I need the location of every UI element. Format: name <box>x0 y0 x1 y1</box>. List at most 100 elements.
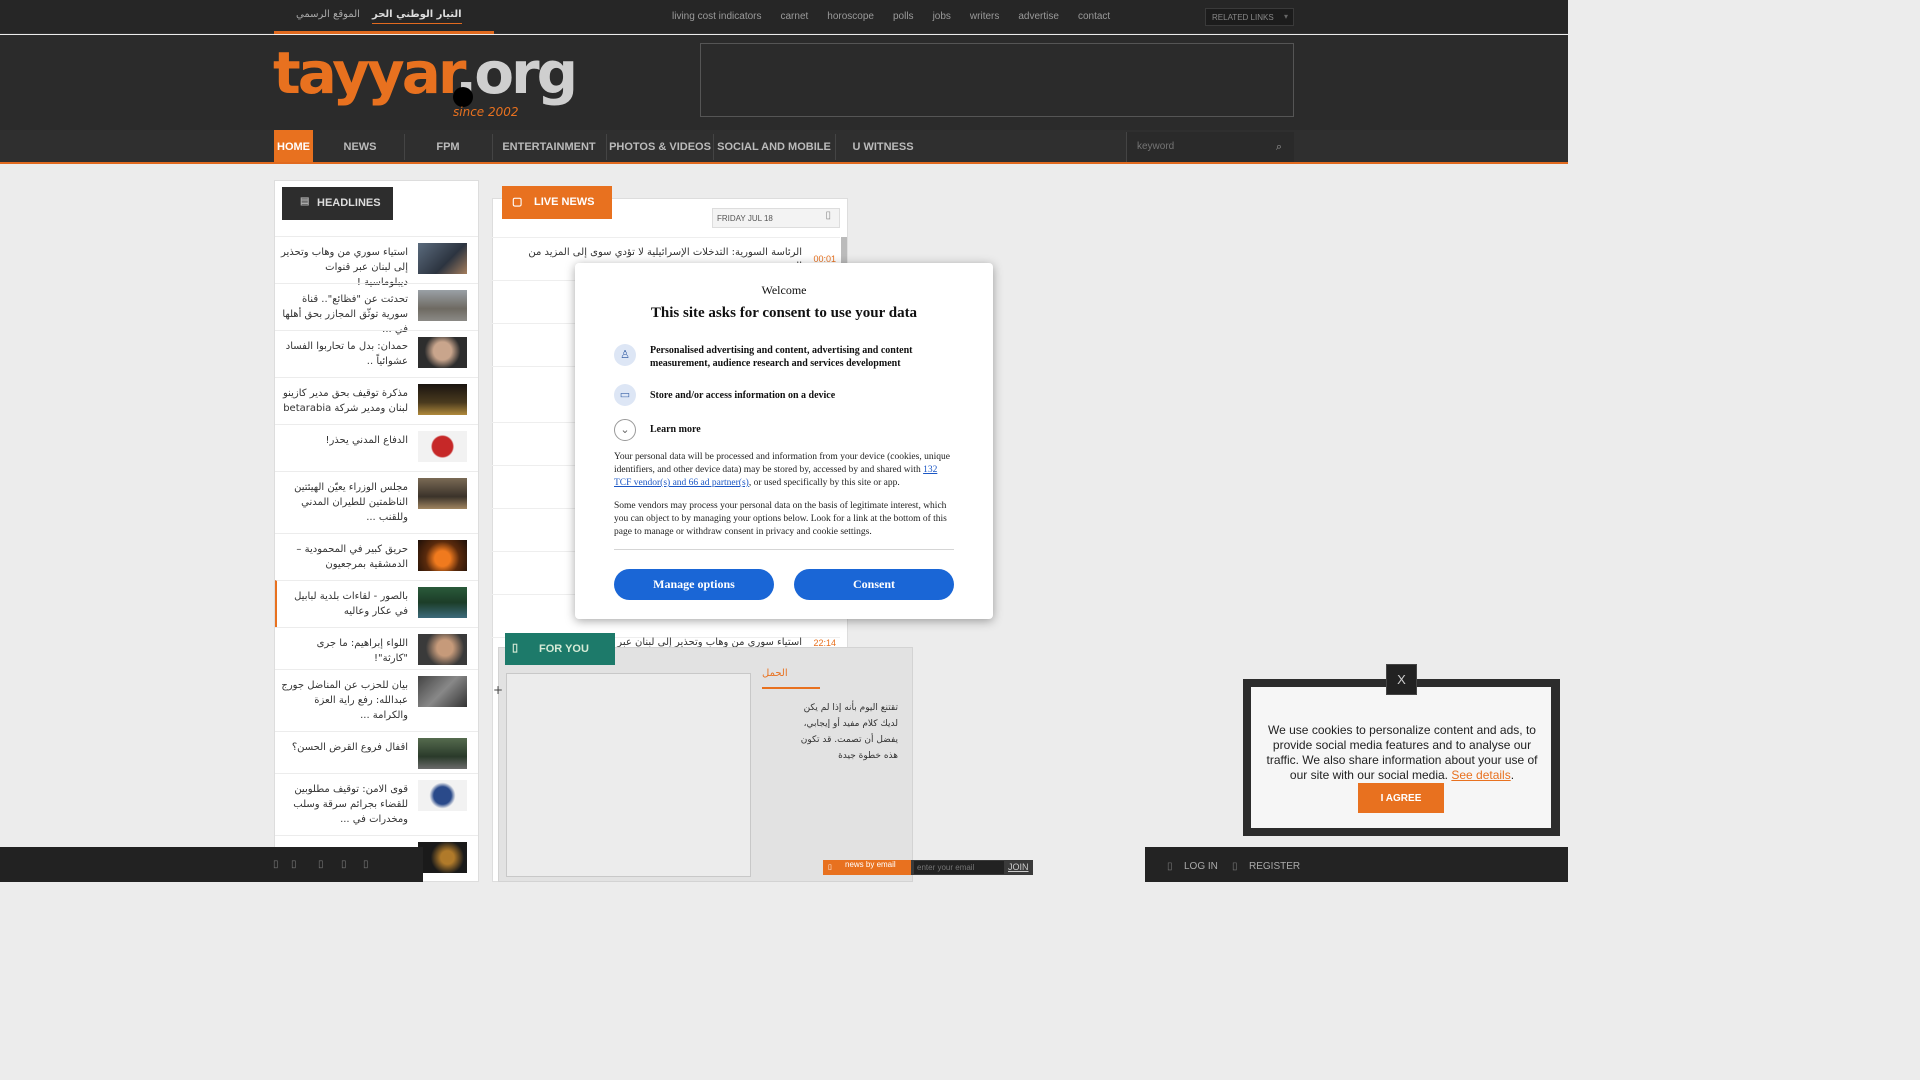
headline-item[interactable]: تحدثت عن "فظائع".. قناة سورية توثّق المج… <box>275 283 478 335</box>
headline-thumbnail[interactable] <box>418 842 467 873</box>
headline-text[interactable]: الدفاع المدني يحذر! <box>280 433 408 448</box>
headline-text[interactable]: مجلس الوزراء يعيّن الهيئتين الناظمتين لل… <box>280 480 408 525</box>
learn-more-label[interactable]: Learn more <box>650 423 940 436</box>
headline-thumbnail[interactable] <box>418 676 467 707</box>
headline-text[interactable]: اللواء إبراهيم: ما جرى "كارثة"! <box>280 636 408 666</box>
nav-news[interactable]: NEWS <box>318 130 402 162</box>
headline-item[interactable]: مذكرة توقيف بحق مدير كازينو لبنان ومدير … <box>275 377 478 424</box>
nav-fpm[interactable]: FPM <box>406 130 490 162</box>
see-details-link[interactable]: See details <box>1451 768 1510 782</box>
headline-thumbnail[interactable] <box>418 540 467 571</box>
consent-button[interactable]: Consent <box>794 569 954 600</box>
login-link[interactable]: LOG IN <box>1184 861 1218 872</box>
link-living-cost[interactable]: living cost indicators <box>672 11 761 22</box>
top-bar: الموقع الرسمي التيار الوطني الحر living … <box>0 0 1568 34</box>
headlines-icon: ▤ <box>300 196 310 207</box>
register-icon: ▯ <box>1232 861 1238 872</box>
link-jobs[interactable]: jobs <box>933 11 951 22</box>
facebook-icon[interactable]: ▯ <box>273 859 279 870</box>
headline-thumbnail[interactable] <box>418 634 467 665</box>
headline-item[interactable]: استياء سوري من وهاب وتحذير إلى لبنان عبر… <box>275 236 478 288</box>
headline-thumbnail[interactable] <box>418 478 467 509</box>
headline-thumbnail[interactable] <box>418 337 467 368</box>
headline-text[interactable]: بالصور - لقاءات بلدية لبابيل في عكار وعا… <box>280 589 408 619</box>
headline-text[interactable]: مذكرة توقيف بحق مدير كازينو لبنان ومدير … <box>280 386 408 416</box>
tayyar-tab[interactable]: التيار الوطني الحر <box>372 9 462 24</box>
main-nav: HOME NEWS FPM ENTERTAINMENT PHOTOS & VID… <box>0 130 1568 164</box>
link-carnet[interactable]: carnet <box>780 11 808 22</box>
nav-divider <box>606 134 607 160</box>
headline-item[interactable]: مجلس الوزراء يعيّن الهيئتين الناظمتين لل… <box>275 471 478 533</box>
youtube-icon[interactable]: ▯ <box>318 859 324 870</box>
headline-thumbnail[interactable] <box>418 384 467 415</box>
logo-tagline: since 2002 <box>453 105 519 119</box>
close-cookie-button[interactable]: X <box>1386 664 1417 695</box>
i-agree-button[interactable]: I AGREE <box>1358 783 1444 813</box>
headline-text[interactable]: بيان للحزب عن المناضل جورج عبدالله: رفع … <box>280 678 408 723</box>
headline-item[interactable]: قوى الامن: توقيف مطلوبين للقضاء بجرائم س… <box>275 773 478 835</box>
official-site-tab[interactable]: الموقع الرسمي <box>296 9 360 20</box>
brand-tabs: الموقع الرسمي التيار الوطني الحر <box>274 0 494 34</box>
consent-body-legitimate-interest: Some vendors may process your personal d… <box>614 501 947 537</box>
search-icon[interactable]: ⌕ <box>1276 140 1282 154</box>
nav-u-witness[interactable]: U WITNESS <box>838 130 928 162</box>
headline-text[interactable]: قوى الامن: توقيف مطلوبين للقضاء بجرائم س… <box>280 782 408 827</box>
link-horoscope[interactable]: horoscope <box>827 11 874 22</box>
headline-item[interactable]: حريق كبير في المحمودية – الدمشقية بمرجعي… <box>275 533 478 580</box>
headline-item[interactable]: حمدان: بدل ما تحاربوا الفساد عشوائياً .. <box>275 330 478 377</box>
plus-icon[interactable]: + <box>493 683 503 697</box>
nav-photos-videos[interactable]: PHOTOS & VIDEOS <box>608 130 712 162</box>
newsletter-signup: ▯ news by email JOIN <box>823 860 1033 875</box>
headline-item[interactable]: بالصور - لقاءات بلدية لبابيل في عكار وعا… <box>275 580 478 627</box>
live-icon: ▢ <box>512 196 523 208</box>
rss-icon[interactable]: ▯ <box>363 859 369 870</box>
chevron-down-icon[interactable]: ⌄ <box>614 419 636 441</box>
headline-thumbnail[interactable] <box>418 780 467 811</box>
ad-banner <box>700 43 1294 117</box>
manage-options-button[interactable]: Manage options <box>614 569 774 600</box>
nav-entertainment[interactable]: ENTERTAINMENT <box>494 130 604 162</box>
link-advertise[interactable]: advertise <box>1018 11 1059 22</box>
headline-thumbnail[interactable] <box>418 738 467 769</box>
live-news-header: ▢ LIVE NEWS <box>502 186 612 219</box>
headline-item[interactable]: اللواء إبراهيم: ما جرى "كارثة"! <box>275 627 478 669</box>
for-you-media <box>506 673 751 877</box>
purpose-advertising-text: Personalised advertising and content, ad… <box>650 345 913 369</box>
instagram-icon[interactable]: ▯ <box>341 859 347 870</box>
user-icon: ▯ <box>1167 861 1173 872</box>
nav-home[interactable]: HOME <box>274 130 313 162</box>
headline-thumbnail[interactable] <box>418 243 467 274</box>
headline-text[interactable]: حمدان: بدل ما تحاربوا الفساد عشوائياً .. <box>280 339 408 369</box>
headline-item[interactable]: اقفال فروع القرض الحسن؟ <box>275 731 478 773</box>
nav-social-mobile[interactable]: SOCIAL AND MOBILE <box>716 130 832 162</box>
link-contact[interactable]: contact <box>1078 11 1110 22</box>
twitter-icon[interactable]: ▯ <box>291 859 297 870</box>
date-label: FRIDAY JUL 18 <box>717 214 773 223</box>
consent-welcome: Welcome <box>761 283 807 297</box>
headline-thumbnail[interactable] <box>418 290 467 321</box>
related-links-dropdown[interactable]: RELATED LINKS ▾ <box>1205 8 1294 26</box>
nav-divider <box>492 134 493 160</box>
headline-item[interactable]: بيان للحزب عن المناضل جورج عبدالله: رفع … <box>275 669 478 731</box>
person-icon: ♙ <box>614 344 636 366</box>
for-you-header: ▯ FOR YOU <box>505 633 615 665</box>
horoscope-text: تقتنع اليوم بأنه إذا لم يكن لديك كلام مف… <box>800 703 898 761</box>
account-bar: ▯ LOG IN ▯ REGISTER <box>1145 847 1568 882</box>
search-input[interactable] <box>1127 132 1257 161</box>
for-you-title: FOR YOU <box>539 643 589 655</box>
link-writers[interactable]: writers <box>970 11 999 22</box>
join-button[interactable]: JOIN <box>1008 862 1029 872</box>
date-selector[interactable]: FRIDAY JUL 18 ▯ <box>712 208 840 228</box>
nav-divider <box>404 134 405 160</box>
newsletter-email-input[interactable] <box>914 861 1004 874</box>
horoscope-category[interactable]: الحمل <box>762 668 820 689</box>
site-logo[interactable]: tayyar.org since 2002 <box>273 39 578 120</box>
link-polls[interactable]: polls <box>893 11 914 22</box>
headline-thumbnail[interactable] <box>418 587 467 618</box>
headline-thumbnail[interactable] <box>418 431 467 462</box>
headline-text[interactable]: اقفال فروع القرض الحسن؟ <box>280 740 408 755</box>
register-link[interactable]: REGISTER <box>1249 861 1300 872</box>
headline-item[interactable]: الدفاع المدني يحذر! <box>275 424 478 471</box>
chevron-down-icon: ▾ <box>1283 12 1288 21</box>
headline-text[interactable]: حريق كبير في المحمودية – الدمشقية بمرجعي… <box>280 542 408 572</box>
